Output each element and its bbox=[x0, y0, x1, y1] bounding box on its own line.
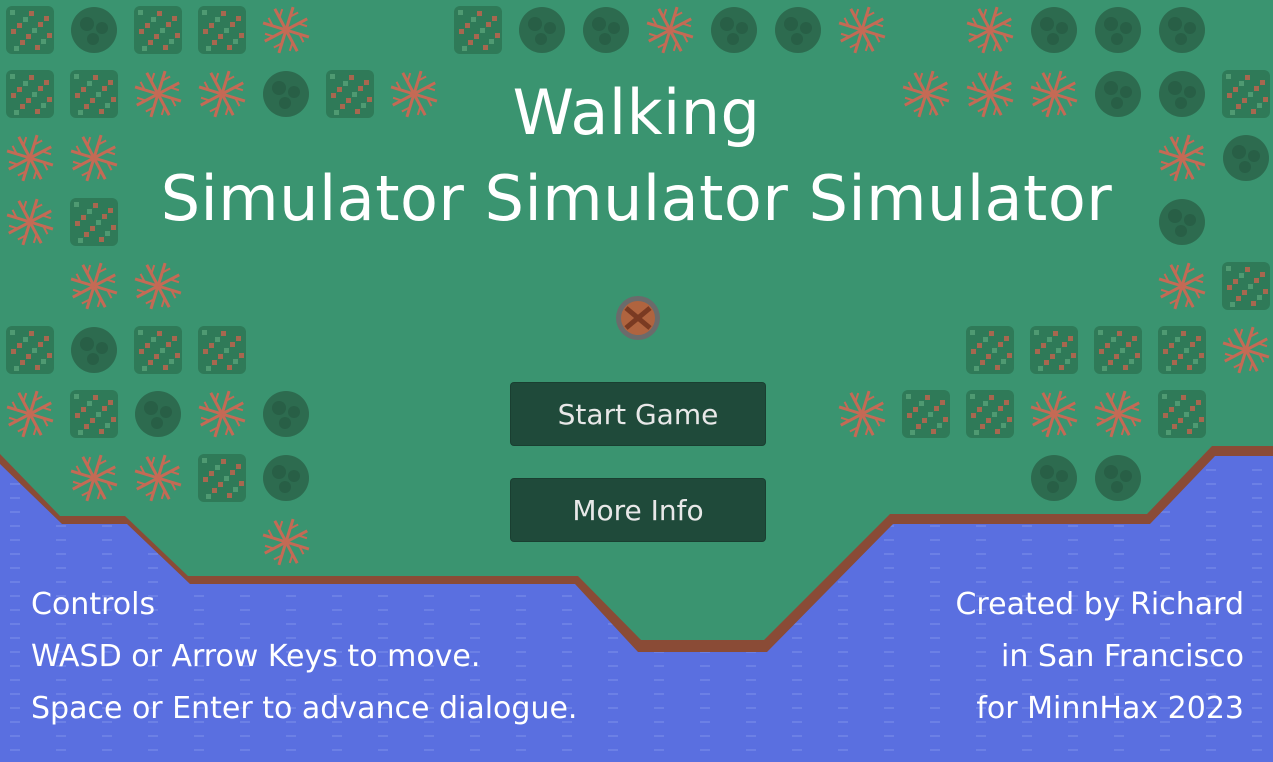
rock-sprite bbox=[583, 7, 629, 53]
bush-sprite bbox=[1094, 326, 1142, 374]
bush-sprite bbox=[198, 326, 246, 374]
bush-sprite bbox=[198, 454, 246, 502]
campfire-sprite bbox=[616, 296, 660, 340]
bush-sprite bbox=[966, 390, 1014, 438]
bush-sprite bbox=[6, 6, 54, 54]
rock-sprite bbox=[135, 391, 181, 437]
credits-event: for MinnHax 2023 bbox=[976, 691, 1244, 726]
bush-sprite bbox=[6, 326, 54, 374]
rock-sprite bbox=[1031, 455, 1077, 501]
rock-sprite bbox=[71, 327, 117, 373]
rock-sprite bbox=[711, 7, 757, 53]
rock-sprite bbox=[1095, 455, 1141, 501]
bush-sprite bbox=[902, 390, 950, 438]
bush-sprite bbox=[1158, 390, 1206, 438]
game-title-line-1: Walking bbox=[512, 76, 761, 149]
more-info-button[interactable]: More Info bbox=[510, 478, 766, 542]
controls-advance-text: Space or Enter to advance dialogue. bbox=[31, 691, 578, 726]
rock-sprite bbox=[71, 7, 117, 53]
controls-move-text: WASD or Arrow Keys to move. bbox=[31, 639, 481, 674]
bush-sprite bbox=[454, 6, 502, 54]
rock-sprite bbox=[1159, 7, 1205, 53]
bush-sprite bbox=[1030, 326, 1078, 374]
credits-location: in San Francisco bbox=[1001, 639, 1244, 674]
rock-sprite bbox=[1031, 7, 1077, 53]
title-screen: Walking Simulator Simulator Simulator St… bbox=[0, 0, 1273, 762]
rock-sprite bbox=[775, 7, 821, 53]
bush-sprite bbox=[134, 326, 182, 374]
rock-sprite bbox=[519, 7, 565, 53]
bush-sprite bbox=[198, 6, 246, 54]
rock-sprite bbox=[263, 455, 309, 501]
controls-heading: Controls bbox=[31, 587, 156, 622]
credits-author: Created by Richard bbox=[955, 587, 1244, 622]
bush-sprite bbox=[966, 326, 1014, 374]
rock-sprite bbox=[1095, 7, 1141, 53]
bush-sprite bbox=[1158, 326, 1206, 374]
bush-sprite bbox=[134, 6, 182, 54]
start-game-button[interactable]: Start Game bbox=[510, 382, 766, 446]
bush-sprite bbox=[1222, 262, 1270, 310]
rock-sprite bbox=[263, 391, 309, 437]
game-title-line-2: Simulator Simulator Simulator bbox=[160, 162, 1113, 235]
bush-sprite bbox=[70, 390, 118, 438]
